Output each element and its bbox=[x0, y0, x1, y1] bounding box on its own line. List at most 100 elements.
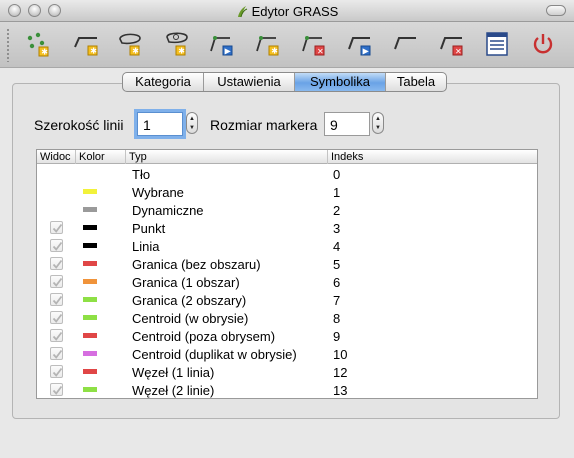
index-cell: 4 bbox=[333, 239, 341, 254]
svg-text:✱: ✱ bbox=[178, 47, 185, 56]
table-row[interactable]: Dynamiczne 2 bbox=[37, 201, 537, 219]
table-row[interactable]: Centroid (duplikat w obrysie) 10 bbox=[37, 345, 537, 363]
table-row[interactable]: Wybrane 1 bbox=[37, 183, 537, 201]
split-line-tool[interactable] bbox=[392, 29, 422, 59]
color-swatch[interactable] bbox=[83, 387, 97, 392]
editor-toolbar: ✱ ✱ ✱ ✱ ▶ ✱ ✕ ▶ ✕ bbox=[0, 22, 574, 68]
new-line-tool[interactable]: ✱ bbox=[72, 29, 102, 59]
svg-text:✱: ✱ bbox=[271, 47, 278, 56]
type-cell: Węzeł (1 linia) bbox=[132, 365, 215, 380]
table-header: Widoc Kolor Typ Indeks bbox=[37, 150, 537, 164]
visible-checkbox[interactable] bbox=[50, 311, 63, 324]
line-width-input[interactable]: 1 bbox=[137, 112, 183, 136]
checkmark-icon bbox=[52, 367, 63, 377]
visible-checkbox[interactable] bbox=[50, 293, 63, 306]
visible-checkbox[interactable] bbox=[50, 347, 63, 360]
attributes-tool[interactable] bbox=[482, 29, 512, 59]
column-header-type[interactable]: Typ bbox=[126, 150, 328, 164]
color-swatch[interactable] bbox=[83, 351, 97, 356]
visible-checkbox[interactable] bbox=[50, 275, 63, 288]
color-swatch[interactable] bbox=[83, 243, 97, 248]
color-swatch[interactable] bbox=[83, 261, 97, 266]
table-row[interactable]: Granica (bez obszaru) 5 bbox=[37, 255, 537, 273]
close-editor-tool[interactable] bbox=[528, 29, 558, 59]
type-cell: Centroid (poza obrysem) bbox=[132, 329, 276, 344]
type-cell: Linia bbox=[132, 239, 160, 254]
new-point-tool[interactable]: ✱ bbox=[22, 29, 52, 59]
line-width-label: Szerokość linii bbox=[34, 117, 124, 133]
stepper-up-icon[interactable]: ▲ bbox=[189, 116, 195, 122]
table-row[interactable]: Centroid (w obrysie) 8 bbox=[37, 309, 537, 327]
new-line-icon: ✱ bbox=[74, 37, 98, 56]
checkmark-icon bbox=[52, 331, 63, 341]
table-row[interactable]: Linia 4 bbox=[37, 237, 537, 255]
marker-size-input[interactable]: 9 bbox=[324, 112, 370, 136]
stepper-down-icon[interactable]: ▼ bbox=[189, 125, 195, 131]
type-cell: Punkt bbox=[132, 221, 166, 236]
move-line-tool[interactable]: ▶ bbox=[346, 29, 376, 59]
column-header-visible[interactable]: Widoc bbox=[37, 150, 76, 164]
color-swatch[interactable] bbox=[83, 279, 97, 284]
tab-kategoria[interactable]: Kategoria bbox=[123, 73, 204, 91]
table-row[interactable]: Punkt 3 bbox=[37, 219, 537, 237]
svg-text:✱: ✱ bbox=[90, 47, 97, 56]
svg-text:✕: ✕ bbox=[455, 47, 462, 56]
tab-tabela[interactable]: Tabela bbox=[386, 73, 446, 91]
window-title: Edytor GRASS bbox=[0, 4, 574, 19]
type-cell: Centroid (w obrysie) bbox=[132, 311, 249, 326]
delete-line-tool[interactable]: ✕ bbox=[438, 29, 468, 59]
delete-vertex-tool[interactable]: ✕ bbox=[300, 29, 330, 59]
marker-size-stepper[interactable]: ▲ ▼ bbox=[372, 112, 384, 134]
color-swatch[interactable] bbox=[83, 297, 97, 302]
visible-checkbox[interactable] bbox=[50, 239, 63, 252]
add-vertex-tool[interactable]: ✱ bbox=[254, 29, 284, 59]
index-cell: 8 bbox=[333, 311, 341, 326]
new-centroid-tool[interactable]: ✱ bbox=[162, 29, 192, 59]
table-row[interactable]: Centroid (poza obrysem) 9 bbox=[37, 327, 537, 345]
visible-checkbox[interactable] bbox=[50, 365, 63, 378]
window-titlebar: Edytor GRASS bbox=[0, 0, 574, 22]
table-row[interactable]: Granica (1 obszar) 6 bbox=[37, 273, 537, 291]
type-cell: Tło bbox=[132, 167, 151, 182]
index-cell: 5 bbox=[333, 257, 341, 272]
index-cell: 13 bbox=[333, 383, 348, 398]
checkmark-icon bbox=[52, 241, 63, 251]
visible-checkbox[interactable] bbox=[50, 329, 63, 342]
index-cell: 12 bbox=[333, 365, 348, 380]
marker-size-label: Rozmiar markera bbox=[210, 117, 318, 133]
delete-line-icon: ✕ bbox=[440, 37, 463, 56]
move-vertex-tool[interactable]: ▶ bbox=[208, 29, 238, 59]
color-swatch[interactable] bbox=[83, 189, 97, 194]
column-header-color[interactable]: Kolor bbox=[76, 150, 126, 164]
color-swatch[interactable] bbox=[83, 225, 97, 230]
new-boundary-icon: ✱ bbox=[119, 33, 141, 56]
new-point-icon: ✱ bbox=[27, 32, 49, 57]
toolbar-grip[interactable] bbox=[6, 28, 10, 62]
table-row[interactable]: Węzeł (2 linie) 13 bbox=[37, 381, 537, 399]
move-line-icon: ▶ bbox=[348, 37, 371, 56]
visible-checkbox[interactable] bbox=[50, 383, 63, 396]
color-swatch[interactable] bbox=[83, 333, 97, 338]
new-boundary-tool[interactable]: ✱ bbox=[116, 29, 146, 59]
tab-symbolika[interactable]: Symbolika bbox=[295, 73, 386, 91]
checkmark-icon bbox=[52, 385, 63, 395]
checkmark-icon bbox=[52, 277, 63, 287]
tab-ustawienia[interactable]: Ustawienia bbox=[204, 73, 295, 91]
color-swatch[interactable] bbox=[83, 207, 97, 212]
checkmark-icon bbox=[52, 313, 63, 323]
stepper-up-icon[interactable]: ▲ bbox=[375, 116, 381, 122]
table-row[interactable]: Tło 0 bbox=[37, 165, 537, 183]
index-cell: 1 bbox=[333, 185, 341, 200]
column-header-index[interactable]: Indeks bbox=[328, 150, 537, 164]
index-cell: 7 bbox=[333, 293, 341, 308]
visible-checkbox[interactable] bbox=[50, 221, 63, 234]
table-row[interactable]: Węzeł (1 linia) 12 bbox=[37, 363, 537, 381]
line-width-stepper[interactable]: ▲ ▼ bbox=[186, 112, 198, 134]
color-swatch[interactable] bbox=[83, 369, 97, 374]
color-swatch[interactable] bbox=[83, 315, 97, 320]
table-row[interactable]: Granica (2 obszary) 7 bbox=[37, 291, 537, 309]
stepper-down-icon[interactable]: ▼ bbox=[375, 125, 381, 131]
visible-checkbox[interactable] bbox=[50, 257, 63, 270]
index-cell: 9 bbox=[333, 329, 341, 344]
toolbar-toggle-button[interactable] bbox=[546, 5, 566, 16]
